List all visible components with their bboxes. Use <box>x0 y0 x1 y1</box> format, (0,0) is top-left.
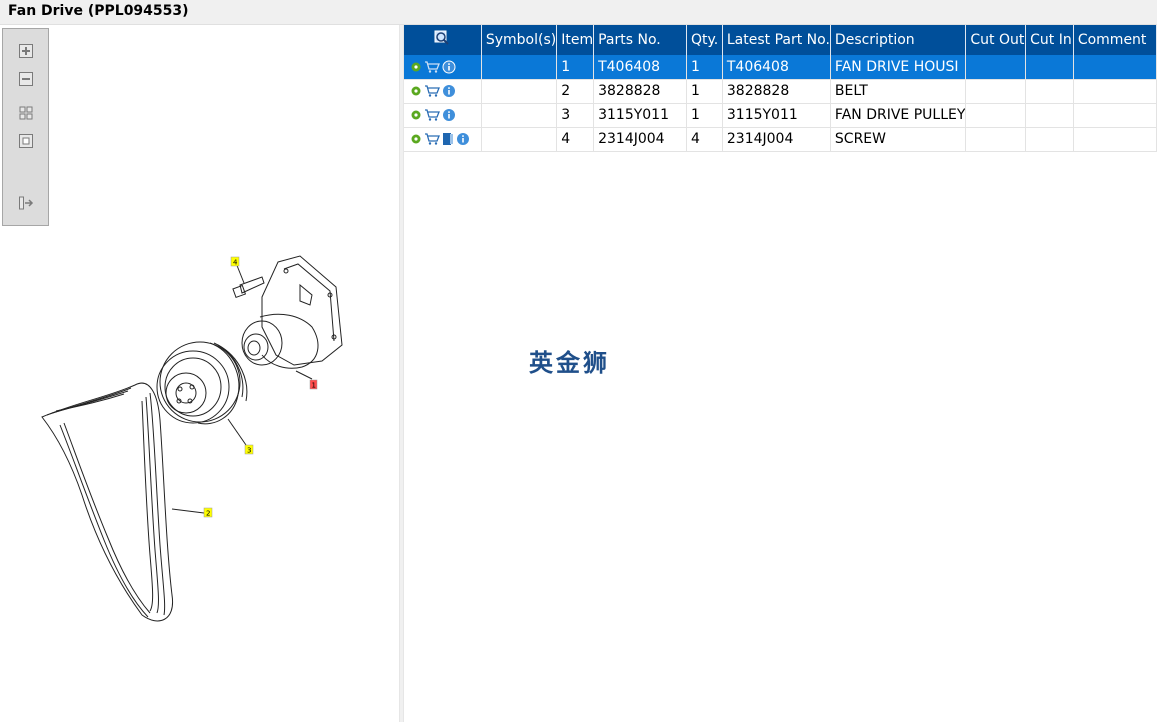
row-icons <box>404 127 482 152</box>
column-header-latest-part-no[interactable]: Latest Part No. <box>722 25 831 55</box>
cell-item: 3 <box>556 103 595 128</box>
row-icons <box>404 79 482 104</box>
search-icon <box>434 30 450 45</box>
cell-latest-part-no: 2314J004 <box>722 127 831 152</box>
cell-symbols <box>481 127 558 152</box>
cell-item: 1 <box>556 55 595 80</box>
cell-symbols <box>481 79 558 104</box>
column-header-tools[interactable] <box>404 25 482 55</box>
cell-parts-no: 3115Y011 <box>593 103 687 128</box>
cell-qty: 1 <box>686 103 723 128</box>
column-header-qty[interactable]: Qty. <box>686 25 723 55</box>
parts-drawing: 1 2 3 4 <box>41 255 343 622</box>
cell-cut-out <box>965 103 1027 128</box>
info-icon[interactable] <box>442 60 456 74</box>
column-header-description[interactable]: Description <box>830 25 967 55</box>
row-icons <box>404 103 482 128</box>
table-row[interactable]: 3 3115Y011 1 3115Y011 FAN DRIVE PULLEY <box>404 103 1157 128</box>
svg-text:1: 1 <box>312 382 316 390</box>
column-header-cut-out[interactable]: Cut Out <box>965 25 1027 55</box>
column-header-cut-in[interactable]: Cut In <box>1025 25 1074 55</box>
gear-icon[interactable] <box>410 85 422 97</box>
info-icon[interactable] <box>442 108 456 122</box>
cart-icon[interactable] <box>424 61 440 73</box>
cell-parts-no: 2314J004 <box>593 127 687 152</box>
callout-3[interactable]: 3 <box>244 444 254 455</box>
parts-table: Symbol(s) Item Parts No. Qty. Latest Par… <box>404 25 1157 152</box>
table-row[interactable]: 1 T406408 1 T406408 FAN DRIVE HOUSI <box>404 55 1157 80</box>
parts-list-pane: Symbol(s) Item Parts No. Qty. Latest Par… <box>404 25 1157 722</box>
cell-cut-in <box>1025 127 1074 152</box>
cell-cut-in <box>1025 79 1074 104</box>
drawing-toolbar <box>2 28 49 226</box>
cell-latest-part-no: 3828828 <box>722 79 831 104</box>
info-icon[interactable] <box>442 84 456 98</box>
row-icons <box>404 55 482 80</box>
zoom-out-button[interactable] <box>18 71 34 87</box>
cell-comment <box>1073 127 1157 152</box>
drawing-pane[interactable]: 1 2 3 4 <box>0 25 399 722</box>
belt-drawing <box>41 382 174 622</box>
actual-size-button[interactable] <box>18 133 34 149</box>
actual-size-icon <box>19 134 33 148</box>
zoom-in-button[interactable] <box>18 43 34 59</box>
window-title: Fan Drive (PPL094553) <box>8 3 189 19</box>
screw-drawing <box>239 276 265 294</box>
zoom-in-icon <box>19 44 33 58</box>
zoom-out-icon <box>19 72 33 86</box>
cell-cut-out <box>965 55 1027 80</box>
cell-description: SCREW <box>830 127 967 152</box>
cell-description: FAN DRIVE PULLEY <box>830 103 967 128</box>
cell-item: 2 <box>556 79 595 104</box>
fit-all-button[interactable] <box>18 105 34 121</box>
column-header-parts-no[interactable]: Parts No. <box>593 25 687 55</box>
table-row[interactable]: 2 3828828 1 3828828 BELT <box>404 79 1157 104</box>
cell-comment <box>1073 79 1157 104</box>
cart-icon[interactable] <box>424 85 440 97</box>
cell-description: FAN DRIVE HOUSI <box>830 55 967 80</box>
export-button[interactable] <box>18 195 34 211</box>
cell-parts-no: 3828828 <box>593 79 687 104</box>
pulley-drawing <box>159 341 241 423</box>
svg-text:3: 3 <box>247 447 251 455</box>
cell-comment <box>1073 103 1157 128</box>
column-header-item[interactable]: Item <box>556 25 595 55</box>
callout-4[interactable]: 4 <box>230 256 240 267</box>
cell-symbols <box>481 55 558 80</box>
gear-icon[interactable] <box>410 133 422 145</box>
fit-all-icon <box>19 106 33 120</box>
cart-icon[interactable] <box>424 109 440 121</box>
book-icon[interactable] <box>442 132 454 146</box>
title-bar: Fan Drive (PPL094553) <box>0 0 1157 25</box>
column-header-symbols[interactable]: Symbol(s) <box>481 25 558 55</box>
info-icon[interactable] <box>456 132 470 146</box>
cell-qty: 1 <box>686 79 723 104</box>
cell-description: BELT <box>830 79 967 104</box>
cell-item: 4 <box>556 127 595 152</box>
cell-parts-no: T406408 <box>593 55 687 80</box>
svg-text:4: 4 <box>233 259 238 267</box>
callout-2[interactable]: 2 <box>203 507 213 518</box>
svg-text:2: 2 <box>206 510 210 518</box>
cell-comment <box>1073 55 1157 80</box>
cart-icon[interactable] <box>424 133 440 145</box>
cell-cut-out <box>965 79 1027 104</box>
housing-drawing <box>261 255 343 366</box>
cell-cut-in <box>1025 103 1074 128</box>
gear-icon[interactable] <box>410 61 422 73</box>
cell-latest-part-no: T406408 <box>722 55 831 80</box>
callout-1[interactable]: 1 <box>309 379 318 390</box>
cell-latest-part-no: 3115Y011 <box>722 103 831 128</box>
cell-symbols <box>481 103 558 128</box>
cell-cut-out <box>965 127 1027 152</box>
cell-qty: 4 <box>686 127 723 152</box>
export-icon <box>19 196 34 210</box>
table-header-row: Symbol(s) Item Parts No. Qty. Latest Par… <box>404 25 1157 55</box>
cell-cut-in <box>1025 55 1074 80</box>
gear-icon[interactable] <box>410 109 422 121</box>
column-header-comment[interactable]: Comment <box>1073 25 1157 55</box>
table-row[interactable]: 4 2314J004 4 2314J004 SCREW <box>404 127 1157 152</box>
watermark: 英金狮 <box>529 349 610 377</box>
cell-qty: 1 <box>686 55 723 80</box>
